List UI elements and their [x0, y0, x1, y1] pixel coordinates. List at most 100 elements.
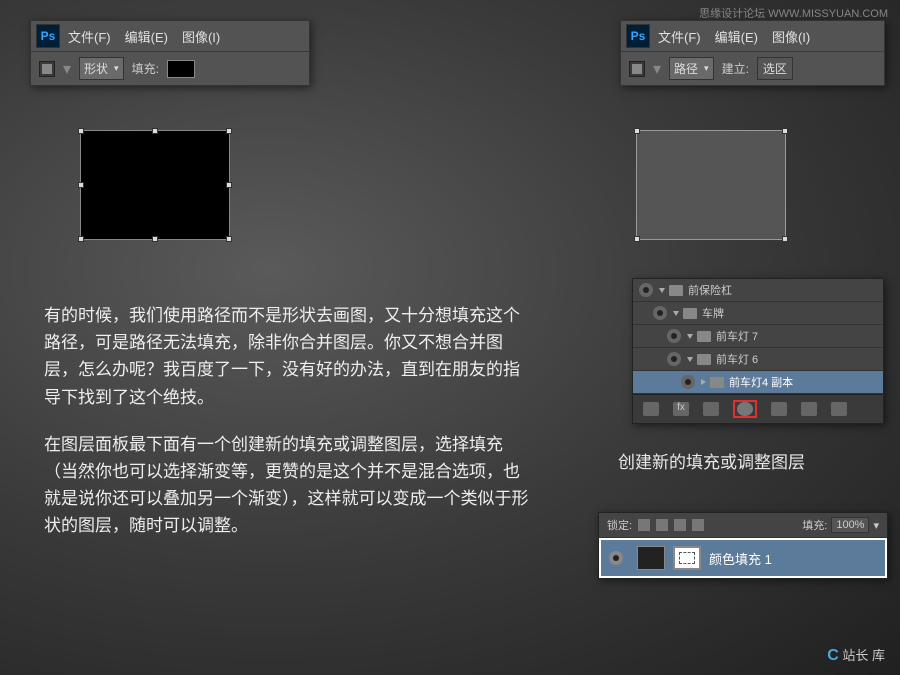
lock-row: 锁定: 填充: 100% ▾ [599, 513, 887, 538]
eye-icon[interactable] [681, 375, 695, 389]
layer-name: 前保险杠 [688, 282, 732, 298]
watermark-bottom: C 站长 库 [827, 645, 885, 665]
triangle-down-icon[interactable] [687, 357, 693, 362]
fx-icon[interactable]: fx [673, 402, 689, 416]
layer-name: 前车灯4 副本 [729, 374, 793, 390]
mode-dropdown[interactable]: 路径 ▾ [669, 57, 714, 80]
mode-label: 路径 [674, 60, 698, 77]
canvas-path-outline[interactable] [636, 130, 786, 240]
fill-swatch[interactable] [167, 60, 195, 78]
layer-row[interactable]: 前车灯 6 [633, 348, 883, 371]
layers-panel: 前保险杠 车牌 前车灯 7 前车灯 6 前车灯4 副本 fx [632, 278, 884, 424]
layer-name: 颜色填充 1 [709, 549, 772, 568]
rectangle-tool-icon[interactable] [629, 61, 645, 77]
separator-icon: ▾ [653, 59, 661, 79]
layer-mask-icon[interactable] [673, 546, 701, 570]
handle-icon[interactable] [152, 128, 158, 134]
layer-row[interactable]: 前车灯 7 [633, 325, 883, 348]
mask-icon[interactable] [703, 402, 719, 416]
handle-icon[interactable] [634, 128, 640, 134]
eye-icon[interactable] [639, 283, 653, 297]
options-bar-r: ▾ 路径 ▾ 建立: 选区 [621, 52, 884, 85]
folder-icon [710, 377, 724, 388]
menu-edit[interactable]: 编辑(E) [715, 27, 758, 46]
fill-value[interactable]: 100% [831, 517, 869, 533]
layer-row[interactable]: 前保险杠 [633, 279, 883, 302]
handle-icon[interactable] [152, 236, 158, 242]
layer-name: 前车灯 7 [716, 328, 758, 344]
lock-transparent-icon[interactable] [638, 519, 650, 531]
selection-button[interactable]: 选区 [757, 57, 793, 80]
chevron-down-icon[interactable]: ▾ [873, 519, 879, 532]
layers-panel-2: 锁定: 填充: 100% ▾ 颜色填充 1 [598, 512, 888, 579]
logo-c-icon: C [827, 647, 839, 664]
layer-name: 车牌 [702, 305, 724, 321]
handle-icon[interactable] [226, 128, 232, 134]
adjustment-layer-icon[interactable] [737, 402, 753, 416]
triangle-down-icon[interactable] [673, 311, 679, 316]
menu-row-top: Ps 文件(F) 编辑(E) 图像(I) [31, 21, 309, 52]
handle-icon[interactable] [226, 182, 232, 188]
ps-logo-icon[interactable]: Ps [36, 24, 60, 48]
create-label: 建立: [722, 60, 749, 77]
watermark-top: 思缘设计论坛 WWW.MISSYUAN.COM [699, 5, 888, 21]
eye-icon[interactable] [653, 306, 667, 320]
highlight-box [733, 400, 757, 418]
menu-file[interactable]: 文件(F) [68, 27, 111, 46]
menu-image[interactable]: 图像(I) [772, 27, 810, 46]
folder-icon [669, 285, 683, 296]
fill-label: 填充: [132, 60, 159, 77]
mode-dropdown[interactable]: 形状 ▾ [79, 57, 124, 80]
ps-menu-left: Ps 文件(F) 编辑(E) 图像(I) ▾ 形状 ▾ 填充: [30, 20, 310, 86]
paragraph-1: 有的时候，我们使用路径而不是形状去画图，又十分想填充这个路径，可是路径无法填充，… [44, 302, 534, 411]
handle-icon[interactable] [782, 236, 788, 242]
layer-name: 前车灯 6 [716, 351, 758, 367]
link-icon[interactable] [643, 402, 659, 416]
trash-icon[interactable] [831, 402, 847, 416]
menu-file[interactable]: 文件(F) [658, 27, 701, 46]
canvas-shape-filled[interactable] [80, 130, 230, 240]
chevron-down-icon: ▾ [114, 63, 119, 74]
triangle-down-icon[interactable] [659, 288, 665, 293]
handle-icon[interactable] [634, 236, 640, 242]
handle-icon[interactable] [78, 128, 84, 134]
layer-thumbnail-icon[interactable] [637, 546, 665, 570]
panel-footer: fx [633, 394, 883, 423]
mode-label: 形状 [84, 60, 108, 77]
eye-icon[interactable] [667, 352, 681, 366]
layer-row[interactable]: 车牌 [633, 302, 883, 325]
eye-icon[interactable] [609, 551, 623, 565]
lock-all-icon[interactable] [692, 519, 704, 531]
options-bar: ▾ 形状 ▾ 填充: [31, 52, 309, 85]
lock-pixels-icon[interactable] [656, 519, 668, 531]
folder-icon [697, 331, 711, 342]
group-icon[interactable] [771, 402, 787, 416]
watermark-bottom-text: 站长 库 [842, 648, 885, 663]
menu-image[interactable]: 图像(I) [182, 27, 220, 46]
triangle-right-icon[interactable] [701, 379, 706, 385]
caption-text: 创建新的填充或调整图层 [618, 448, 805, 473]
menu-edit[interactable]: 编辑(E) [125, 27, 168, 46]
layer-row-selected[interactable]: 前车灯4 副本 [633, 371, 883, 394]
handle-icon[interactable] [782, 128, 788, 134]
lock-position-icon[interactable] [674, 519, 686, 531]
body-text: 有的时候，我们使用路径而不是形状去画图，又十分想填充这个路径，可是路径无法填充，… [44, 302, 534, 560]
fill-label: 填充: [802, 517, 827, 533]
lock-label: 锁定: [607, 517, 632, 533]
color-fill-layer[interactable]: 颜色填充 1 [599, 538, 887, 578]
paragraph-2: 在图层面板最下面有一个创建新的填充或调整图层，选择填充（当然你也可以选择渐变等，… [44, 431, 534, 540]
handle-icon[interactable] [78, 182, 84, 188]
folder-icon [683, 308, 697, 319]
chevron-down-icon: ▾ [704, 63, 709, 74]
fill-opacity[interactable]: 填充: 100% ▾ [802, 517, 879, 533]
handle-icon[interactable] [226, 236, 232, 242]
ps-logo-icon[interactable]: Ps [626, 24, 650, 48]
handle-icon[interactable] [78, 236, 84, 242]
separator-icon: ▾ [63, 59, 71, 79]
rectangle-tool-icon[interactable] [39, 61, 55, 77]
new-layer-icon[interactable] [801, 402, 817, 416]
menu-row-top-r: Ps 文件(F) 编辑(E) 图像(I) [621, 21, 884, 52]
triangle-down-icon[interactable] [687, 334, 693, 339]
folder-icon [697, 354, 711, 365]
eye-icon[interactable] [667, 329, 681, 343]
